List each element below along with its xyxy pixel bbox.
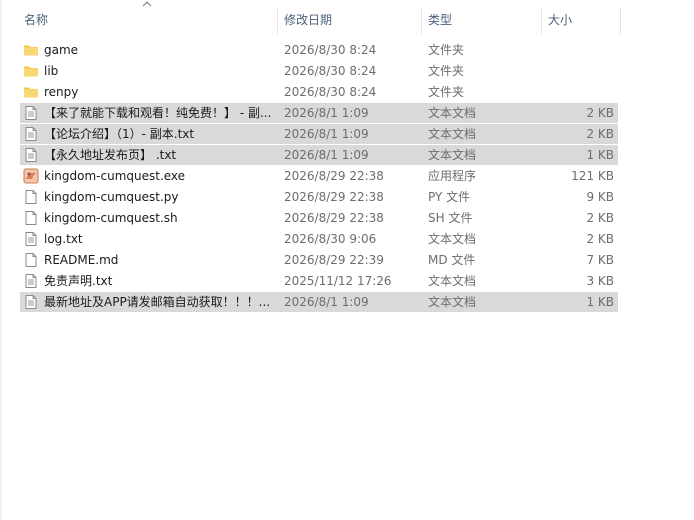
- file-type: 文本文档: [428, 127, 477, 141]
- text-file-icon: [23, 294, 39, 310]
- file-name: 【永久地址发布页】 .txt: [44, 148, 177, 162]
- file-size: 2 KB: [586, 211, 614, 225]
- file-size: 9 KB: [586, 190, 614, 204]
- file-modified-date: 2026/8/29 22:38: [284, 211, 384, 225]
- file-size: 121 KB: [571, 169, 614, 183]
- pane-edge: [0, 0, 2, 520]
- file-icon: [23, 189, 39, 205]
- file-row[interactable]: log.txt 2026/8/30 9:06 文本文档 2 KB: [20, 229, 618, 249]
- column-header: 名称 修改日期 类型 大小: [0, 0, 694, 36]
- file-name: kingdom-cumquest.py: [44, 190, 179, 204]
- file-modified-date: 2026/8/1 1:09: [284, 106, 369, 120]
- file-row[interactable]: 最新地址及APP请发邮箱自动获取！！！... 2026/8/1 1:09 文本文档 1…: [20, 292, 618, 312]
- file-name: 免责声明.txt: [44, 274, 113, 288]
- file-name: renpy: [44, 85, 79, 99]
- file-type: 应用程序: [428, 169, 477, 183]
- file-modified-date: 2026/8/29 22:38: [284, 190, 384, 204]
- file-row[interactable]: lib 2026/8/30 8:24 文件夹: [20, 61, 618, 81]
- file-name: kingdom-cumquest.exe: [44, 169, 186, 183]
- file-modified-date: 2026/8/1 1:09: [284, 295, 369, 309]
- column-name-header[interactable]: 名称: [20, 8, 276, 36]
- file-type: SH 文件: [428, 211, 473, 225]
- file-size: 2 KB: [586, 232, 614, 246]
- file-icon: [23, 252, 39, 268]
- file-row[interactable]: README.md 2026/8/29 22:39 MD 文件 7 KB: [20, 250, 618, 270]
- file-size: [540, 40, 614, 60]
- file-name: game: [44, 43, 79, 57]
- file-row[interactable]: 【来了就能下载和观看！纯免费！】 - 副... 2026/8/1 1:09 文本文档…: [20, 103, 618, 123]
- text-file-icon: [23, 126, 39, 142]
- file-name: kingdom-cumquest.sh: [44, 211, 178, 225]
- file-size: [540, 61, 614, 81]
- file-name: 【论坛介绍】（1）- 副本.txt: [44, 127, 195, 141]
- folder-icon: [23, 84, 39, 100]
- app-icon: [23, 168, 39, 184]
- file-name: log.txt: [44, 232, 83, 246]
- file-type: 文本文档: [428, 106, 477, 120]
- file-type: 文本文档: [428, 232, 477, 246]
- file-modified-date: 2026/8/30 9:06: [284, 232, 377, 246]
- file-row[interactable]: kingdom-cumquest.sh 2026/8/29 22:38 SH 文件 2…: [20, 208, 618, 228]
- file-modified-date: 2026/8/1 1:09: [284, 148, 369, 162]
- file-type: MD 文件: [428, 253, 476, 267]
- file-row[interactable]: 【论坛介绍】（1）- 副本.txt 2026/8/1 1:09 文本文档 2 KB: [20, 124, 618, 144]
- file-type: 文件夹: [428, 64, 465, 78]
- folder-icon: [23, 42, 39, 58]
- file-name: 最新地址及APP请发邮箱自动获取！！！...: [44, 295, 271, 309]
- column-divider[interactable]: [620, 8, 621, 34]
- file-size: 3 KB: [586, 274, 614, 288]
- file-type: PY 文件: [428, 190, 471, 204]
- file-name: lib: [44, 64, 59, 78]
- file-modified-date: 2026/8/30 8:24: [284, 64, 377, 78]
- file-row[interactable]: 免责声明.txt 2025/11/12 17:26 文本文档 3 KB: [20, 271, 618, 291]
- file-row[interactable]: game 2026/8/30 8:24 文件夹: [20, 40, 618, 60]
- file-size: 2 KB: [586, 106, 614, 120]
- file-size: [540, 82, 614, 102]
- file-size: 2 KB: [586, 127, 614, 141]
- file-modified-date: 2026/8/29 22:39: [284, 253, 384, 267]
- text-file-icon: [23, 273, 39, 289]
- sort-ascending-icon: [142, 1, 152, 7]
- text-file-icon: [23, 231, 39, 247]
- column-date-header[interactable]: 修改日期: [280, 8, 420, 36]
- file-type: 文本文档: [428, 274, 477, 288]
- column-type-header[interactable]: 类型: [424, 8, 540, 36]
- file-list-pane: 名称 修改日期 类型 大小 game 2026/8/30 8:24 文件夹 lib 20…: [0, 0, 694, 520]
- file-type: 文本文档: [428, 148, 477, 162]
- text-file-icon: [23, 147, 39, 163]
- file-type: 文本文档: [428, 295, 477, 309]
- file-modified-date: 2026/8/29 22:38: [284, 169, 384, 183]
- folder-icon: [23, 63, 39, 79]
- file-icon: [23, 210, 39, 226]
- column-divider[interactable]: [277, 8, 278, 34]
- file-size: 1 KB: [586, 295, 614, 309]
- file-name: README.md: [44, 253, 119, 267]
- column-divider[interactable]: [541, 8, 542, 34]
- file-modified-date: 2026/8/1 1:09: [284, 127, 369, 141]
- file-row[interactable]: kingdom-cumquest.exe 2026/8/29 22:38 应用程序 1…: [20, 166, 618, 186]
- file-modified-date: 2026/8/30 8:24: [284, 85, 377, 99]
- file-modified-date: 2026/8/30 8:24: [284, 43, 377, 57]
- file-size: 7 KB: [586, 253, 614, 267]
- file-modified-date: 2025/11/12 17:26: [284, 274, 392, 288]
- file-row[interactable]: kingdom-cumquest.py 2026/8/29 22:38 PY 文件 9…: [20, 187, 618, 207]
- file-type: 文件夹: [428, 43, 465, 57]
- file-size: 1 KB: [586, 148, 614, 162]
- file-type: 文件夹: [428, 85, 465, 99]
- column-size-header[interactable]: 大小: [544, 8, 620, 36]
- file-name: 【来了就能下载和观看！纯免费！】 - 副...: [44, 106, 272, 120]
- text-file-icon: [23, 105, 39, 121]
- column-divider[interactable]: [421, 8, 422, 34]
- file-row[interactable]: renpy 2026/8/30 8:24 文件夹: [20, 82, 618, 102]
- file-row[interactable]: 【永久地址发布页】 .txt 2026/8/1 1:09 文本文档 1 KB: [20, 145, 618, 165]
